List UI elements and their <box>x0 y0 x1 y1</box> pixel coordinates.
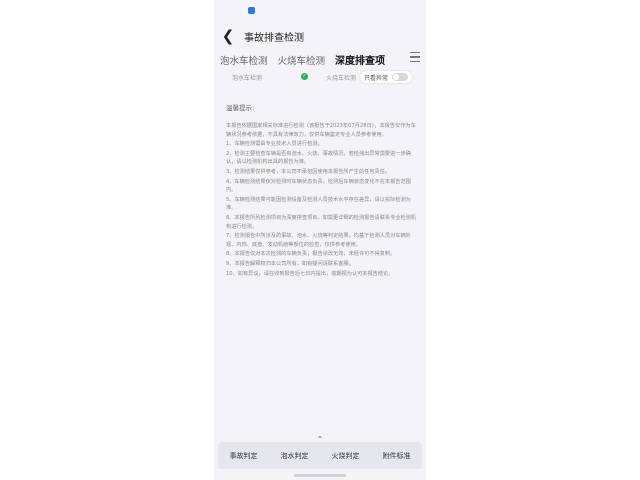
only-abnormal-toggle-wrap: 只看异常 <box>360 71 413 83</box>
check-icon: ✓ <box>301 73 308 80</box>
tab-bar: 泡水车检测 火烧车检测 深度排查项 <box>214 50 426 72</box>
phone-screen: ❮ 事故排查检测 泡水车检测 火烧车检测 深度排查项 泡水车检测 ✓ 火烧车检测… <box>214 0 426 480</box>
bottom-nav-attachment[interactable]: 附件标准 <box>383 451 411 461</box>
app-status-icon <box>248 7 255 14</box>
menu-icon[interactable] <box>410 52 420 62</box>
notice-paragraph: 2、检测主要检查车辆是否有泡水、火烧、事故情况，若检测出异常需要进一步确认，请以… <box>226 150 411 166</box>
app-bar: ❮ 事故排查检测 <box>214 22 426 50</box>
toggle-label: 只看异常 <box>364 74 389 82</box>
bottom-nav: 事故判定 泡水判定 火烧判定 附件标准 <box>218 442 422 469</box>
tab-deep-inspection[interactable]: 深度排查项 <box>335 52 385 72</box>
notice-paragraph: 6、本报告所列检测项目为深度排查项目，如需更详细的检测报告请联系专业检测机构进行… <box>226 214 417 230</box>
only-abnormal-toggle[interactable] <box>392 73 409 81</box>
bottom-nav-fire[interactable]: 火烧判定 <box>332 451 360 461</box>
filter-option-fire[interactable]: 火烧车检测 <box>326 73 356 82</box>
page-title: 事故排查检测 <box>244 32 304 44</box>
notice-paragraph: 本报告依据国家相关标准进行检测（该报告于2023年07月28日），本报告仅作为车… <box>226 123 416 138</box>
status-bar <box>214 0 426 22</box>
notice-paragraph: 3、检测结果仅供参考，本公司不承担因使用本报告所产生的任何责任。 <box>226 168 391 175</box>
notice-paragraph: 1、车辆检测需由专业技术人员进行检测。 <box>226 141 323 148</box>
notice-paragraph: 7、检测报告中所涉及的事故、泡水、火烧等判定结果，均基于检测人员对车辆外观、内饰… <box>226 233 411 248</box>
tab-water-damage[interactable]: 泡水车检测 <box>220 53 268 70</box>
notice-paragraph: 10、如有异议，请在收到报告后七日内提出，逾期视为认可本报告结论。 <box>226 270 394 277</box>
bottom-nav-accident[interactable]: 事故判定 <box>230 451 258 461</box>
notice-paragraph: 4、车辆检测结果仅对检测时车辆状态负责，检测后车辆状态变化不在本报告范围内。 <box>226 178 411 194</box>
notice-heading: 温馨提示: <box>226 104 255 112</box>
tab-fire-damage[interactable]: 火烧车检测 <box>278 53 326 70</box>
notice-content: 温馨提示: 本报告依据国家相关标准进行检测（该报告于2023年07月28日），本… <box>218 96 422 434</box>
home-indicator <box>294 474 346 477</box>
filter-row: 泡水车检测 ✓ 火烧车检测 只看异常 <box>214 70 426 86</box>
notice-paragraph: 8、本报告仅对本次检测的车辆负责，报告涂改无效，未经许可不得复制。 <box>226 251 396 258</box>
back-arrow-icon[interactable]: ❮ <box>218 26 238 46</box>
bottom-nav-water[interactable]: 泡水判定 <box>281 451 309 461</box>
notice-paragraph: 5、车辆检测结果可能因检测设备及检测人员技术水平存在差异，请以实际检测为准。 <box>226 196 411 212</box>
notice-paragraph: 9、本报告解释权归本公司所有，如有疑问请联系客服。 <box>226 260 354 267</box>
filter-option-water[interactable]: 泡水车检测 <box>232 73 262 82</box>
